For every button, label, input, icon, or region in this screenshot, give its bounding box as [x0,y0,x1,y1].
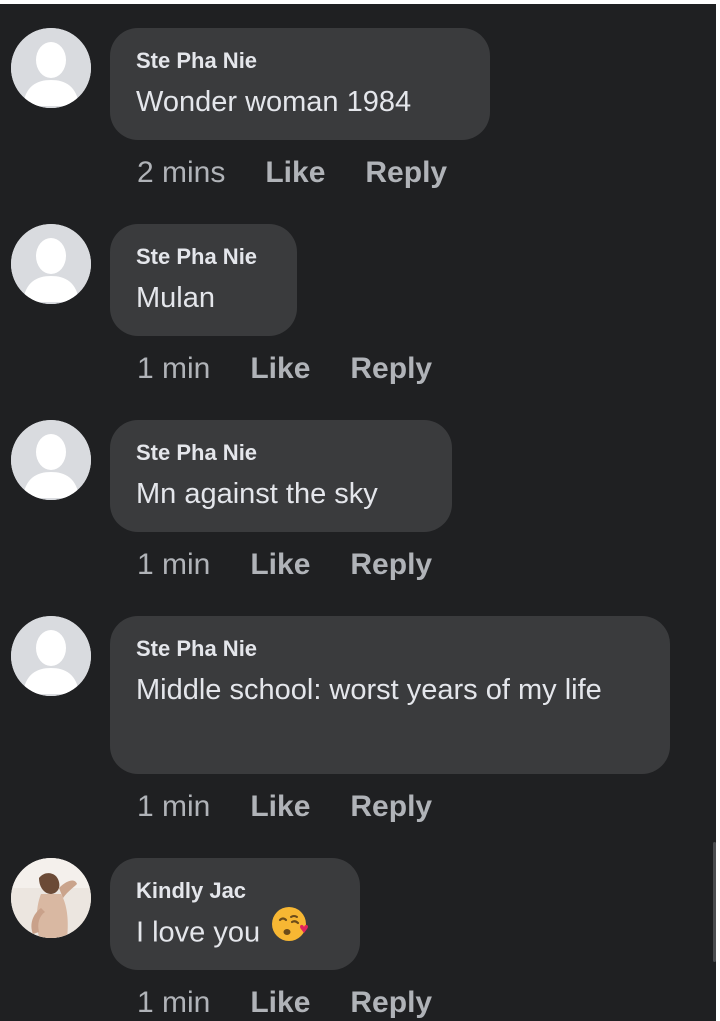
comment-bubble[interactable]: Ste Pha Nie Wonder woman 1984 [110,28,490,140]
comment-time[interactable]: 1 min [137,986,210,1020]
comment-bubble[interactable]: Ste Pha Nie Middle school: worst years o… [110,616,670,774]
reply-button[interactable]: Reply [350,790,432,824]
comment-actions: 1 min Like Reply [137,986,432,1020]
default-avatar-icon[interactable] [11,28,91,108]
like-button[interactable]: Like [250,986,310,1020]
default-avatar-icon[interactable] [11,420,91,500]
reply-button[interactable]: Reply [350,986,432,1020]
comment-author[interactable]: Ste Pha Nie [136,244,271,270]
comment-time[interactable]: 1 min [137,548,210,582]
comments-screen: Ste Pha Nie Wonder woman 1984 2 mins Like… [0,4,716,1021]
scrollbar[interactable] [713,842,716,962]
comment-actions: 2 mins Like Reply [137,156,447,190]
comment-time[interactable]: 1 min [137,352,210,386]
comment-text: Middle school: worst years of my life [136,674,602,706]
comment-actions: 1 min Like Reply [137,548,432,582]
kissing-face-heart-icon [270,904,310,958]
like-button[interactable]: Like [250,352,310,386]
comment-bubble[interactable]: Kindly Jac I love you [110,858,360,970]
like-button[interactable]: Like [250,790,310,824]
comment-text: I love you [136,907,334,958]
reply-button[interactable]: Reply [350,352,432,386]
comment-actions: 1 min Like Reply [137,352,432,386]
comment-time[interactable]: 2 mins [137,156,225,190]
comment-author[interactable]: Ste Pha Nie [136,48,464,74]
comment-text: Wonder woman 1984 [136,86,412,118]
comment-author[interactable]: Ste Pha Nie [136,636,644,662]
like-button[interactable]: Like [250,548,310,582]
comment-text: Mn against the sky [136,478,378,510]
comment-text-content: I love you [136,916,261,949]
comment-author[interactable]: Ste Pha Nie [136,440,426,466]
reply-button[interactable]: Reply [350,548,432,582]
comment-text: Mulan [136,282,215,314]
reply-button[interactable]: Reply [365,156,447,190]
default-avatar-icon[interactable] [11,224,91,304]
comment-time[interactable]: 1 min [137,790,210,824]
comment-bubble[interactable]: Ste Pha Nie Mn against the sky [110,420,452,532]
profile-photo-avatar[interactable] [11,858,91,938]
comment-bubble[interactable]: Ste Pha Nie Mulan [110,224,297,336]
comment-author[interactable]: Kindly Jac [136,878,334,904]
like-button[interactable]: Like [265,156,325,190]
comment-actions: 1 min Like Reply [137,790,432,824]
default-avatar-icon[interactable] [11,616,91,696]
